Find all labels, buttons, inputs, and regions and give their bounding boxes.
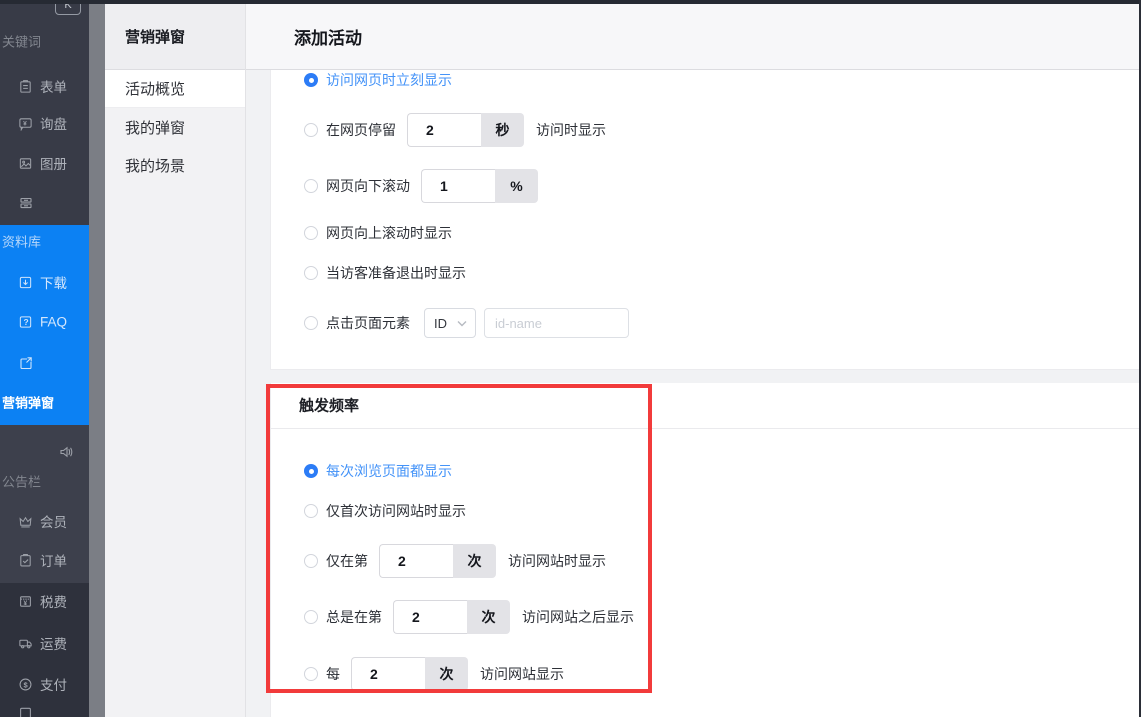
display-timing-card: 访问网页时立刻显示 在网页停留 秒 访问时显示 网页向下滚动 (270, 70, 1139, 370)
seconds-input-group: 秒 (407, 113, 524, 147)
sidebar-item-expand[interactable] (18, 355, 34, 371)
stay-seconds-input[interactable] (407, 113, 481, 147)
main-content: 添加活动 访问网页时立刻显示 在网页停留 秒 访问时显示 (246, 4, 1139, 717)
tax-icon: ¥ (18, 594, 33, 609)
unit-times: 次 (425, 657, 468, 691)
sidebar-item-layers[interactable] (18, 195, 34, 211)
element-id-input[interactable] (484, 308, 629, 338)
sidebar-item-order[interactable]: 订单 (18, 550, 67, 570)
after-nth-input-group: 次 (393, 600, 510, 634)
svg-text:¥: ¥ (23, 599, 27, 606)
unit-times: 次 (467, 600, 510, 634)
percent-input-group: % (421, 169, 538, 203)
primary-sidebar: K 关键词 表单 ¥ 询盘 图册 资料库 下载 ? FAQ 营销弹窗 (0, 0, 89, 717)
trigger-frequency-card: 触发频率 每次浏览页面都显示 仅首次访问网站时显示 仅在第 次 (270, 383, 1139, 717)
unit-percent: % (495, 169, 538, 203)
option-after-nth-visit[interactable]: 总是在第 次 访问网站之后显示 (304, 600, 634, 634)
option-every-pageview[interactable]: 每次浏览页面都显示 (304, 461, 452, 481)
option-click-element[interactable]: 点击页面元素 ID (304, 308, 629, 338)
truck-icon (18, 636, 33, 651)
option-stay-seconds[interactable]: 在网页停留 秒 访问时显示 (304, 113, 606, 147)
sidebar-section-library: 资料库 (2, 232, 41, 251)
sidebar-item-form[interactable]: 表单 (18, 76, 67, 96)
option-scroll-up[interactable]: 网页向上滚动时显示 (304, 223, 452, 243)
chevron-down-icon (457, 320, 467, 327)
sidebar-item-my-scenes[interactable]: 我的场景 (105, 146, 245, 184)
radio-unselected[interactable] (304, 316, 318, 330)
radio-unselected[interactable] (304, 554, 318, 568)
option-nth-visit-only[interactable]: 仅在第 次 访问网站时显示 (304, 544, 606, 578)
sidebar-item-more[interactable] (18, 706, 33, 717)
radio-unselected[interactable] (304, 610, 318, 624)
unit-times: 次 (453, 544, 496, 578)
section-divider (271, 428, 1139, 429)
speaker-icon (58, 444, 74, 460)
option-every-nth-visit[interactable]: 每 次 访问网站显示 (304, 657, 564, 691)
option-scroll-down[interactable]: 网页向下滚动 % (304, 169, 538, 203)
section-title-frequency: 触发频率 (299, 395, 359, 416)
sidebar-item-shipping[interactable]: 运费 (18, 633, 67, 653)
sidebar-item-my-popups[interactable]: 我的弹窗 (105, 108, 245, 146)
expand-icon (18, 355, 34, 371)
sidebar-item-tax[interactable]: ¥ 税费 (18, 591, 67, 611)
download-icon (18, 275, 33, 290)
scroll-percent-input[interactable] (421, 169, 495, 203)
radio-unselected[interactable] (304, 667, 318, 681)
inquiry-icon: ¥ (18, 116, 33, 131)
option-first-visit-only[interactable]: 仅首次访问网站时显示 (304, 501, 466, 521)
sidebar-item-inquiry[interactable]: ¥ 询盘 (18, 113, 67, 133)
radio-unselected[interactable] (304, 266, 318, 280)
svg-text:$: $ (23, 680, 28, 689)
svg-text:¥: ¥ (23, 120, 27, 127)
secondary-sidebar: 营销弹窗 活动概览 我的弹窗 我的场景 (105, 4, 246, 717)
radio-unselected[interactable] (304, 504, 318, 518)
sidebar-section-bulletin: 公告栏 (2, 472, 41, 491)
sidebar-section-keywords: 关键词 (2, 32, 41, 51)
sidebar-item-announce[interactable] (58, 444, 74, 460)
app-window: K 关键词 表单 ¥ 询盘 图册 资料库 下载 ? FAQ 营销弹窗 (0, 0, 1141, 717)
nth-visit-input-group: 次 (379, 544, 496, 578)
page-title: 添加活动 (294, 24, 362, 49)
main-body: 访问网页时立刻显示 在网页停留 秒 访问时显示 网页向下滚动 (246, 70, 1139, 717)
radio-unselected[interactable] (304, 123, 318, 137)
box-icon (18, 706, 33, 717)
after-nth-visit-input[interactable] (393, 600, 467, 634)
radio-selected[interactable] (304, 73, 318, 87)
faq-icon: ? (18, 315, 33, 330)
sidebar-item-album[interactable]: 图册 (18, 153, 67, 173)
nth-visit-input[interactable] (379, 544, 453, 578)
sidebar-item-faq[interactable]: ? FAQ (18, 315, 67, 330)
element-type-select[interactable]: ID (424, 308, 476, 338)
sidebar-section-marketing-popup[interactable]: 营销弹窗 (2, 393, 54, 412)
radio-selected[interactable] (304, 464, 318, 478)
payment-icon: $ (18, 677, 33, 692)
form-icon (18, 79, 33, 94)
sidebar-item-activity-overview[interactable]: 活动概览 (105, 70, 245, 108)
svg-text:?: ? (23, 317, 28, 327)
radio-unselected[interactable] (304, 179, 318, 193)
sidebar-item-member[interactable]: 会员 (18, 511, 67, 531)
top-window-bar (0, 0, 1141, 4)
every-nth-input-group: 次 (351, 657, 468, 691)
secondary-sidebar-title: 营销弹窗 (105, 4, 245, 70)
page-header: 添加活动 (246, 4, 1139, 70)
sidebar-item-payment[interactable]: $ 支付 (18, 674, 67, 694)
every-nth-visit-input[interactable] (351, 657, 425, 691)
option-show-immediately[interactable]: 访问网页时立刻显示 (304, 70, 452, 90)
sidebar-scrollbar[interactable] (89, 4, 105, 717)
sidebar-item-download[interactable]: 下载 (18, 272, 67, 292)
radio-unselected[interactable] (304, 226, 318, 240)
layers-icon (18, 195, 34, 211)
album-icon (18, 156, 33, 171)
order-icon (18, 553, 33, 568)
option-exit-intent[interactable]: 当访客准备退出时显示 (304, 263, 466, 283)
unit-seconds: 秒 (481, 113, 524, 147)
crown-icon (18, 514, 33, 529)
